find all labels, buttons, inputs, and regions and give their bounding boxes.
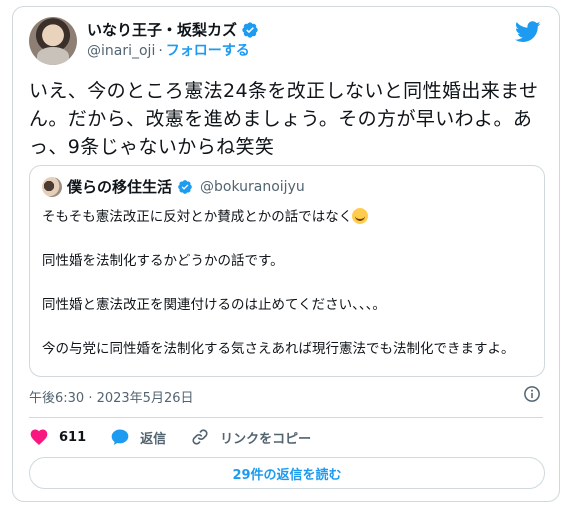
reply-icon: [111, 429, 129, 445]
author-avatar[interactable]: [29, 17, 77, 65]
reply-label: 返信: [140, 431, 167, 447]
quoted-author-name: 僕らの移住生活: [67, 178, 173, 196]
twitter-bird-icon[interactable]: [515, 21, 541, 43]
tweet-actions: 611 返信 リンクをコピー: [29, 425, 335, 449]
author-display-name[interactable]: いなり王子・坂梨カズ: [87, 20, 237, 40]
follow-button[interactable]: フォローする: [166, 41, 250, 61]
quoted-line: 同性婚を法制化するかどうかの話です。: [42, 253, 284, 269]
tweet-embed-card: いなり王子・坂梨カズ @inari_oji · フォローする いえ、今のところ憲…: [12, 6, 560, 502]
separator-dot: ·: [158, 43, 163, 59]
tweet-header: いなり王子・坂梨カズ @inari_oji · フォローする: [29, 17, 543, 65]
like-button[interactable]: 611: [29, 427, 86, 447]
copy-link-button[interactable]: リンクをコピー: [190, 427, 311, 447]
copy-link-label: リンクをコピー: [220, 431, 312, 447]
verified-badge-icon: [242, 22, 258, 38]
quoted-line: 同性婚と憲法改正を関連付けるのは止めてください、、、。: [42, 297, 386, 313]
quoted-tweet-body: そもそも憲法改正に反対とか賛成とかの話ではなく 同性婚を法制化するかどうかの話で…: [42, 206, 532, 360]
quoted-line: 今の与党に同性婚を法制化する気さえあれば現行憲法でも法制化できますよ。: [42, 341, 515, 357]
emoji-icon: [352, 208, 369, 224]
verified-badge-icon: [178, 179, 192, 194]
like-count: 611: [59, 429, 87, 445]
author-handle-row: @inari_oji · フォローする: [87, 41, 250, 61]
quoted-line: そもそも憲法改正に反対とか賛成とかの話ではなく: [42, 206, 532, 228]
link-icon: [192, 429, 208, 445]
author-handle[interactable]: @inari_oji: [87, 41, 155, 61]
tweet-timestamp[interactable]: 午後6:30 · 2023年5月26日: [29, 387, 194, 406]
quoted-tweet-header: 僕らの移住生活 @bokuranoijyu: [42, 176, 305, 197]
quoted-author-handle: @bokuranoijyu: [200, 178, 305, 195]
quoted-author-avatar: [42, 176, 62, 197]
tweet-text: いえ、今のところ憲法24条を改正しないと同性婚出来ません。だから、改憲を進めまし…: [29, 80, 539, 158]
info-icon[interactable]: [523, 385, 541, 403]
author-name-row[interactable]: いなり王子・坂梨カズ: [87, 20, 259, 40]
heart-icon: [30, 429, 48, 445]
read-replies-button[interactable]: 29件の返信を読む: [29, 457, 545, 489]
divider: [29, 417, 543, 418]
quoted-tweet[interactable]: 僕らの移住生活 @bokuranoijyu そもそも憲法改正に反対とか賛成とかの…: [29, 165, 545, 377]
reply-button[interactable]: 返信: [110, 427, 166, 447]
